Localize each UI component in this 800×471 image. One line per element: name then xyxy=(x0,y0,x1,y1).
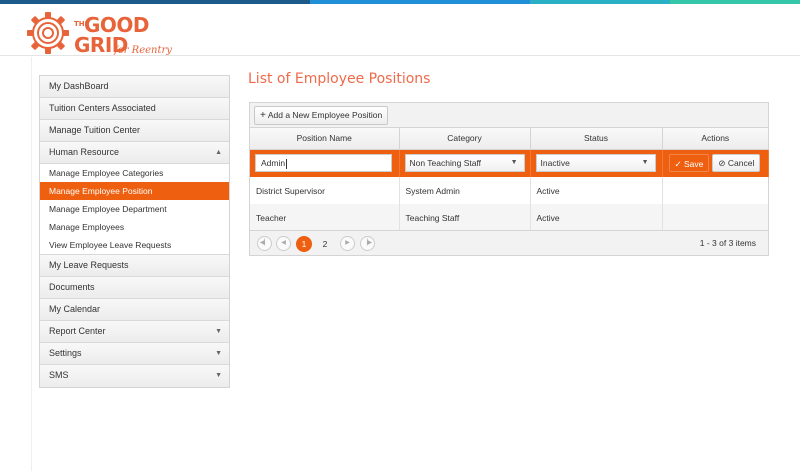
sidebar: My DashBoard Tuition Centers Associated … xyxy=(39,75,230,388)
sidebar-item-label: Documents xyxy=(49,282,95,292)
edit-row: Admin Non Teaching Staff ▼ Inactive ▼ ✓ Sa… xyxy=(250,149,769,177)
save-button[interactable]: ✓ Save xyxy=(668,154,710,173)
sidebar-item-settings[interactable]: Settings ▼ xyxy=(40,343,229,365)
sidebar-item-my-leave-requests[interactable]: My Leave Requests xyxy=(40,255,229,277)
logo-good: GOOD xyxy=(84,13,150,37)
sidebar-item-label: My Leave Requests xyxy=(49,260,129,270)
cell-position-name: Teacher xyxy=(250,204,400,231)
sidebar-item-label: Report Center xyxy=(49,326,106,336)
human-resource-submenu: Manage Employee Categories Manage Employ… xyxy=(40,164,229,255)
last-page-button[interactable]: ▕▶ xyxy=(360,236,375,251)
cell-actions xyxy=(662,204,768,231)
left-divider xyxy=(31,57,32,471)
gear-logo-icon xyxy=(27,12,69,54)
page-2-button[interactable]: 2 xyxy=(317,236,333,252)
column-header-actions: Actions xyxy=(662,128,768,150)
column-header-position-name[interactable]: Position Name xyxy=(250,128,400,150)
add-position-button[interactable]: + Add a New Employee Position xyxy=(254,106,389,125)
sidebar-item-my-calendar[interactable]: My Calendar xyxy=(40,299,229,321)
positions-grid: + Add a New Employee Position Position Na… xyxy=(249,102,769,256)
cell-position-name: District Supervisor xyxy=(250,177,400,204)
chevron-down-icon: ▼ xyxy=(215,328,222,335)
cell-status: Active xyxy=(530,177,663,204)
column-header-status[interactable]: Status xyxy=(530,128,663,150)
cell-category: System Admin xyxy=(399,177,531,204)
grid-toolbar: + Add a New Employee Position xyxy=(250,103,768,128)
page-title: List of Employee Positions xyxy=(248,71,431,87)
sidebar-item-tuition-centers-associated[interactable]: Tuition Centers Associated xyxy=(40,98,229,120)
sidebar-item-label: SMS xyxy=(49,370,69,380)
header: THE GOOD GRID for Reentry xyxy=(0,4,800,56)
sidebar-item-label: Manage Tuition Center xyxy=(49,125,141,135)
sidebar-subitem-leave-requests[interactable]: View Employee Leave Requests xyxy=(40,236,229,254)
sidebar-item-human-resource[interactable]: Human Resource ▲ xyxy=(40,142,229,164)
pager: ◀▏ ◀ 1 2 ▶ ▕▶ 1 - 3 of 3 items xyxy=(250,230,768,255)
status-dropdown[interactable]: Inactive ▼ xyxy=(535,154,656,173)
cancel-label: Cancel xyxy=(727,158,755,169)
sidebar-subitem-employee-department[interactable]: Manage Employee Department xyxy=(40,200,229,218)
category-selected: Non Teaching Staff xyxy=(409,158,482,169)
sidebar-item-report-center[interactable]: Report Center ▼ xyxy=(40,321,229,343)
logo-tagline: for Reentry xyxy=(114,45,172,56)
category-dropdown[interactable]: Non Teaching Staff ▼ xyxy=(404,154,525,173)
cell-actions xyxy=(662,177,768,204)
brand-logo[interactable]: THE GOOD GRID for Reentry xyxy=(26,11,176,59)
cell-category: Teaching Staff xyxy=(399,204,531,231)
positions-table: Position Name Category Status Actions Ad… xyxy=(250,128,769,231)
sidebar-item-sms[interactable]: SMS ▼ xyxy=(40,365,229,387)
sidebar-item-label: Tuition Centers Associated xyxy=(49,103,156,113)
save-label: Save xyxy=(684,159,704,170)
sidebar-item-manage-tuition-center[interactable]: Manage Tuition Center xyxy=(40,120,229,142)
chevron-down-icon: ▼ xyxy=(510,159,518,167)
plus-icon: + xyxy=(260,110,266,121)
sidebar-item-label: My DashBoard xyxy=(49,81,109,91)
cancel-button[interactable]: ⊘ Cancel xyxy=(712,154,761,173)
cell-status: Active xyxy=(530,204,663,231)
column-header-category[interactable]: Category xyxy=(399,128,531,150)
sidebar-subitem-employee-categories[interactable]: Manage Employee Categories xyxy=(40,164,229,182)
page-1-button[interactable]: 1 xyxy=(296,236,312,252)
cancel-icon: ⊘ xyxy=(718,158,726,169)
sidebar-item-label: My Calendar xyxy=(49,304,101,314)
chevron-up-icon: ▲ xyxy=(215,149,222,156)
chevron-down-icon: ▼ xyxy=(641,159,649,167)
first-page-button[interactable]: ◀▏ xyxy=(257,236,272,251)
sidebar-subitem-employees[interactable]: Manage Employees xyxy=(40,218,229,236)
chevron-down-icon: ▼ xyxy=(215,372,222,379)
pager-info: 1 - 3 of 3 items xyxy=(699,238,756,248)
position-name-input[interactable]: Admin xyxy=(255,154,392,173)
text-caret xyxy=(286,159,288,169)
check-icon: ✓ xyxy=(674,159,682,170)
table-row[interactable]: Teacher Teaching Staff Active xyxy=(250,204,768,231)
sidebar-subitem-employee-position[interactable]: Manage Employee Position xyxy=(40,182,229,200)
table-row[interactable]: District Supervisor System Admin Active xyxy=(250,177,768,204)
prev-page-button[interactable]: ◀ xyxy=(276,236,291,251)
sidebar-item-label: Settings xyxy=(49,348,82,358)
sidebar-item-label: Human Resource xyxy=(49,147,120,157)
sidebar-item-documents[interactable]: Documents xyxy=(40,277,229,299)
next-page-button[interactable]: ▶ xyxy=(340,236,355,251)
status-selected: Inactive xyxy=(540,158,570,169)
chevron-down-icon: ▼ xyxy=(215,350,222,357)
logo-the: THE xyxy=(74,20,90,28)
sidebar-item-dashboard[interactable]: My DashBoard xyxy=(40,76,229,98)
position-name-value: Admin xyxy=(261,158,286,169)
add-position-label: Add a New Employee Position xyxy=(267,110,383,120)
